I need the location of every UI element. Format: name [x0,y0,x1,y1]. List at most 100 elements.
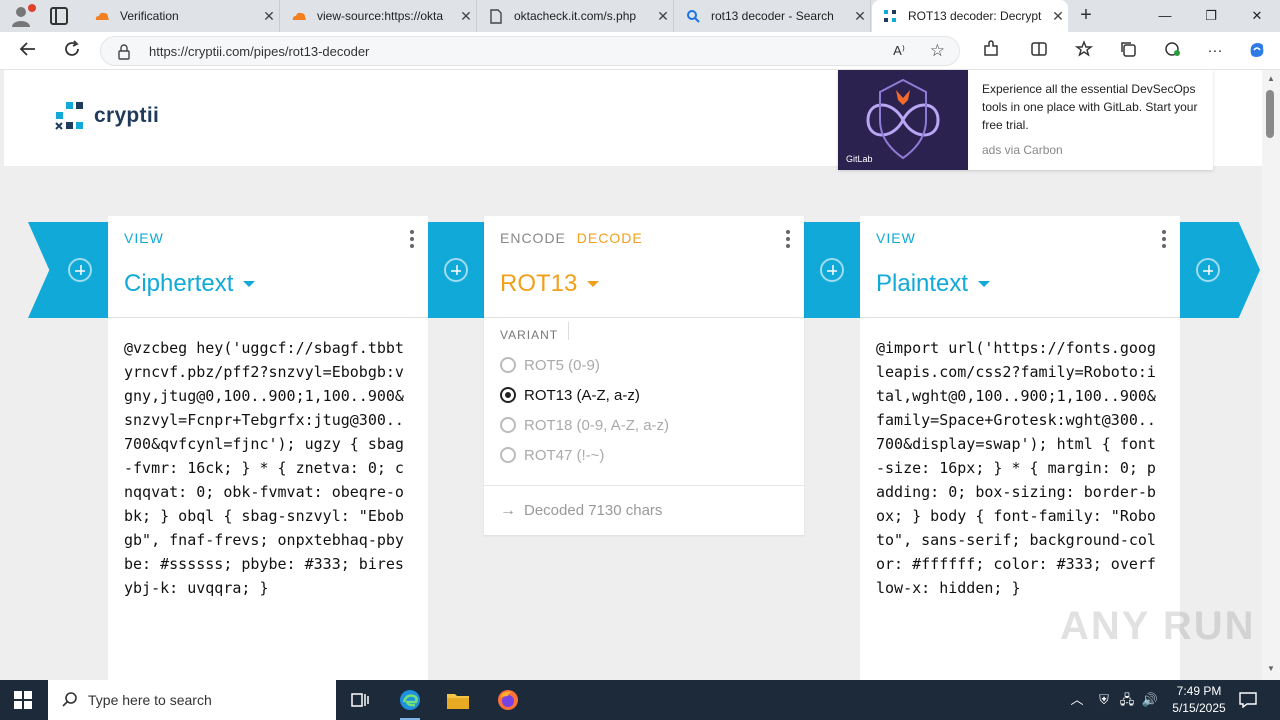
radio-button[interactable] [500,387,516,403]
pipe-connector[interactable] [426,222,486,318]
pipe-connector-start[interactable] [28,222,110,318]
close-tab-icon[interactable]: ✕ [850,8,870,25]
arrow-right-icon: → [500,501,516,519]
windows-start-icon[interactable] [14,691,32,709]
brick-menu-icon[interactable] [410,230,414,251]
extensions-icon[interactable] [980,40,1002,62]
browser-essentials-icon[interactable] [1161,40,1183,62]
brick-mode-toggle[interactable]: ENCODE DECODE [500,230,643,246]
tab-rot13-decoder[interactable]: ROT13 decoder: Decrypt ✕ [872,0,1068,32]
add-brick-icon[interactable] [1196,258,1220,282]
refresh-button[interactable] [61,40,83,62]
variant-option-rot5[interactable]: ROT5 (0-9) [484,350,804,380]
add-brick-icon[interactable] [820,258,844,282]
network-icon[interactable]: 🖧 [1116,680,1138,720]
pipe-connector-end[interactable] [1178,222,1260,318]
gitlab-ad-image[interactable]: GitLab [838,70,968,170]
tab-title: oktacheck.it.com/s.php [514,9,637,23]
close-tab-icon[interactable]: ✕ [456,8,476,25]
plaintext-textarea[interactable]: @import url('https://fonts.googleapis.co… [860,318,1180,600]
encode-mode[interactable]: ENCODE [500,230,566,246]
scroll-down-icon[interactable]: ▼ [1266,664,1276,673]
favorites-icon[interactable] [1073,40,1095,62]
close-window-button[interactable]: ✕ [1234,0,1280,32]
task-view-icon[interactable] [340,684,380,716]
chevron-down-icon [243,281,256,287]
notifications-icon[interactable] [1236,680,1260,720]
tab-verification[interactable]: Verification ✕ [84,0,280,32]
option-label: ROT5 (0-9) [524,356,600,374]
ad-text[interactable]: Experience all the essential DevSecOps t… [982,80,1202,134]
anyrun-watermark: ANY RUN [1060,604,1256,648]
cryptii-logo-icon [55,102,83,130]
cryptii-icon [882,8,898,24]
add-brick-icon[interactable] [444,258,468,282]
scroll-up-icon[interactable]: ▲ [1266,74,1276,83]
cryptii-logo[interactable]: cryptii [54,100,159,132]
option-label: ROT13 (A-Z, a-z) [524,386,640,404]
variant-option-rot47[interactable]: ROT47 (!-~) [484,440,804,470]
ad-via-link[interactable]: ads via Carbon [982,143,1063,157]
vertical-scrollbar[interactable]: ▲ ▼ [1262,70,1280,680]
radio-button[interactable] [500,357,516,373]
brick-menu-icon[interactable] [786,230,790,251]
option-label: ROT18 (0-9, A-Z, a-z) [524,416,670,434]
tab-oktacheck[interactable]: oktacheck.it.com/s.php ✕ [478,0,674,32]
brick-title-dropdown[interactable]: ROT13 [500,270,600,298]
url-text[interactable]: https://cryptii.com/pipes/rot13-decoder [149,44,369,59]
chevron-down-icon [978,281,991,287]
decode-mode[interactable]: DECODE [577,230,643,246]
notification-dot [28,4,36,12]
collections-icon[interactable] [1117,40,1139,62]
close-tab-icon[interactable]: ✕ [259,8,279,25]
lock-icon[interactable] [117,44,131,60]
pipe-connector[interactable] [802,222,862,318]
variant-label: VARIANT [484,318,804,350]
maximize-button[interactable]: ❐ [1188,0,1234,32]
carbon-ad[interactable]: GitLab Experience all the essential DevS… [838,70,1213,170]
close-tab-icon[interactable]: ✕ [1048,8,1068,25]
brick-header: VIEW Ciphertext [108,216,428,318]
ciphertext-textarea[interactable]: @vzcbeg hey('uggcf://sbagf.tbbtyrncvf.pb… [108,318,428,600]
file-explorer-icon[interactable] [438,684,478,716]
brick-title: Ciphertext [124,270,234,297]
favorite-star-icon[interactable]: ☆ [930,41,945,61]
cloudflare-icon [94,8,110,24]
close-tab-icon[interactable]: ✕ [653,8,673,25]
edge-taskbar-icon[interactable] [390,684,430,720]
radio-button[interactable] [500,447,516,463]
address-bar[interactable]: https://cryptii.com/pipes/rot13-decoder … [100,36,960,66]
brick-menu-icon[interactable] [1162,230,1166,251]
volume-icon[interactable]: 🔊 [1139,680,1161,720]
variant-option-rot13[interactable]: ROT13 (A-Z, a-z) [484,380,804,410]
new-tab-button[interactable]: + [1075,4,1097,26]
variant-option-rot18[interactable]: ROT18 (0-9, A-Z, a-z) [484,410,804,440]
brick-header: VIEW Plaintext [860,216,1180,318]
taskbar-clock[interactable]: 7:49 PM 5/15/2025 [1160,683,1238,717]
search-placeholder: Type here to search [88,692,212,708]
more-menu-icon[interactable]: ··· [1204,40,1226,62]
taskbar-search-box[interactable]: Type here to search [48,680,336,720]
read-aloud-icon[interactable]: A⁾ [893,43,905,59]
minimize-button[interactable]: — [1142,0,1188,32]
copilot-icon[interactable] [1246,40,1268,62]
brick-kind: VIEW [124,230,164,246]
add-brick-icon[interactable] [68,258,92,282]
clock-date: 5/15/2025 [1172,701,1226,715]
profile-avatar[interactable] [10,4,36,27]
windows-taskbar: Type here to search ︿ ⛨ 🖧 🔊 7:49 PM 5/15… [0,680,1280,720]
security-tray-icon[interactable]: ⛨ [1093,680,1115,720]
scrollbar-thumb[interactable] [1266,90,1274,138]
tab-view-source[interactable]: view-source:https://okta ✕ [281,0,477,32]
split-screen-icon[interactable] [1028,40,1050,62]
radio-button[interactable] [500,417,516,433]
brick-title-dropdown[interactable]: Plaintext [876,270,991,298]
tab-actions-button[interactable] [50,7,68,25]
tab-bing-search[interactable]: rot13 decoder - Search ✕ [675,0,871,32]
firefox-icon[interactable] [488,684,528,716]
ciphertext-brick: VIEW Ciphertext @vzcbeg hey('uggcf://sba… [108,216,428,680]
cloudflare-icon [291,8,307,24]
back-button[interactable] [17,40,39,62]
brick-title-dropdown[interactable]: Ciphertext [124,270,256,298]
chevron-up-icon[interactable]: ︿ [1066,680,1088,720]
